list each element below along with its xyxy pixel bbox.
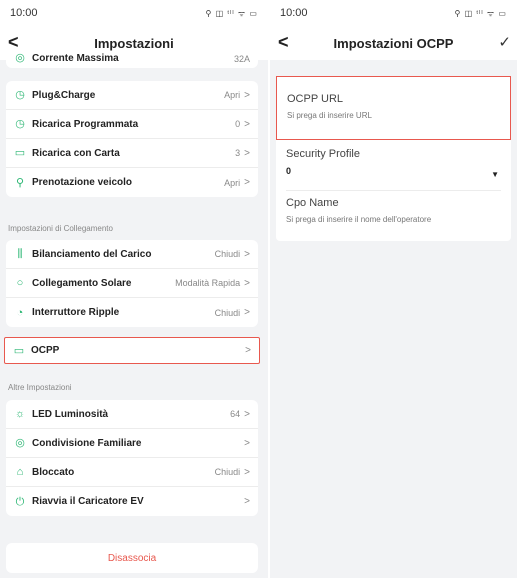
- sun-icon: ○: [16, 277, 24, 289]
- status-time: 10:00: [10, 7, 38, 19]
- settings-screen: 10:00 ⚲ ◫ ᵗˡˡ ᯤ ▭ < Impostazioni ◎ Corre…: [0, 0, 268, 578]
- partial-row-value: 32A: [233, 54, 250, 64]
- row-value: Chiudi: [214, 249, 241, 259]
- chevron-right-icon: >: [244, 408, 250, 420]
- row-ocpp[interactable]: ▭ OCPP >: [5, 338, 259, 363]
- power-icon: ⏻: [15, 495, 25, 508]
- partial-row-label: Corrente Massima: [32, 53, 119, 64]
- status-bar: 10:00 ⚲ ◫ ᵗˡˡ ᯤ ▭: [270, 0, 517, 26]
- settings-group-other: ☼ LED Luminosità 64 > ◎ Condivisione Fam…: [6, 400, 258, 516]
- row-label: Ricarica Programmata: [32, 118, 139, 130]
- security-profile-field[interactable]: Security Profile 0 ▼: [276, 140, 511, 190]
- row-scheduled-charge[interactable]: ◷ Ricarica Programmata 0 >: [6, 110, 258, 139]
- chevron-right-icon: >: [244, 277, 250, 289]
- chevron-down-icon[interactable]: ▼: [491, 170, 499, 179]
- row-card-charge[interactable]: ▭ Ricarica con Carta 3 >: [6, 139, 258, 168]
- row-family-sharing[interactable]: ◎ Condivisione Familiare >: [6, 429, 258, 458]
- row-label: Ricarica con Carta: [32, 147, 120, 159]
- chevron-right-icon: >: [244, 437, 250, 449]
- row-label: OCPP: [31, 345, 60, 356]
- chevron-right-icon: >: [245, 345, 251, 356]
- brightness-icon: ☼: [14, 408, 26, 420]
- balance-icon: ⫼: [17, 248, 23, 260]
- status-time: 10:00: [280, 7, 308, 19]
- row-ripple-switch[interactable]: ◔ Interruttore Ripple Chiudi >: [6, 298, 258, 327]
- ocpp-url-input[interactable]: Si prega di inserire URL: [287, 111, 500, 120]
- status-icons: ⚲ ◫ ᵗˡˡ ᯤ ▭: [205, 8, 258, 18]
- row-label: Condivisione Familiare: [32, 437, 142, 449]
- chevron-right-icon: >: [244, 89, 250, 101]
- row-led-brightness[interactable]: ☼ LED Luminosità 64 >: [6, 400, 258, 429]
- section-title-connection: Impostazioni di Collegamento: [8, 224, 113, 233]
- chevron-right-icon: >: [244, 177, 250, 188]
- timer-icon: ◷: [15, 118, 25, 130]
- ocpp-url-field[interactable]: OCPP URL Si prega di inserire URL: [276, 76, 511, 140]
- page-title: Impostazioni: [94, 35, 174, 51]
- monitor-icon: ▭: [13, 344, 25, 357]
- row-plug-charge[interactable]: ◷ Plug&Charge Apri >: [6, 81, 258, 110]
- row-locked[interactable]: ⌂ Bloccato Chiudi >: [6, 458, 258, 487]
- row-load-balancing[interactable]: ⫼ Bilanciamento del Carico Chiudi >: [6, 240, 258, 269]
- row-label: Prenotazione veicolo: [32, 177, 133, 188]
- row-value: 3: [235, 148, 241, 158]
- page-title: Impostazioni OCPP: [333, 35, 454, 51]
- cpo-name-field[interactable]: Cpo Name Si prega di inserire il nome de…: [276, 191, 511, 241]
- ocpp-settings-screen: 10:00 ⚲ ◫ ᵗˡˡ ᯤ ▭ < Impostazioni OCPP ✓ …: [270, 0, 517, 578]
- row-label: Riavvia il Caricatore EV: [32, 496, 144, 507]
- chevron-right-icon: >: [244, 496, 250, 507]
- row-label: Collegamento Solare: [32, 277, 132, 289]
- row-value: Modalità Rapida: [175, 278, 241, 288]
- chevron-right-icon: >: [244, 118, 250, 130]
- cpo-name-label: Cpo Name: [286, 197, 339, 209]
- row-value: Apri: [224, 90, 241, 100]
- row-value: 0: [235, 119, 241, 129]
- ocpp-url-label: OCPP URL: [287, 93, 344, 105]
- back-icon[interactable]: <: [8, 32, 19, 52]
- chevron-right-icon: >: [244, 307, 250, 318]
- card-icon: ▭: [14, 147, 26, 159]
- current-icon: ◎: [15, 52, 25, 64]
- unpair-button[interactable]: Disassocia: [6, 543, 258, 573]
- partial-group: ◎ Corrente Massima 32A: [6, 52, 258, 68]
- row-solar-connection[interactable]: ○ Collegamento Solare Modalità Rapida >: [6, 269, 258, 298]
- row-label: Interruttore Ripple: [32, 307, 120, 318]
- chevron-right-icon: >: [244, 248, 250, 260]
- row-restart-charger[interactable]: ⏻ Riavvia il Caricatore EV >: [6, 487, 258, 516]
- row-label: Bilanciamento del Carico: [32, 248, 152, 260]
- chevron-right-icon: >: [244, 466, 250, 478]
- ocpp-form: OCPP URL Si prega di inserire URL Securi…: [276, 76, 511, 241]
- row-label: LED Luminosità: [32, 408, 109, 420]
- row-value: Apri: [224, 177, 241, 188]
- row-label: Bloccato: [32, 466, 75, 478]
- security-profile-label: Security Profile: [286, 148, 360, 160]
- clock-icon: ◷: [15, 89, 25, 101]
- row-vehicle-booking[interactable]: ⚲ Prenotazione veicolo Apri >: [6, 168, 258, 197]
- nav-bar: < Impostazioni OCPP ✓: [270, 26, 517, 60]
- switch-icon: ◔: [16, 306, 24, 319]
- cpo-name-input[interactable]: Si prega di inserire il nome dell'operat…: [286, 215, 501, 224]
- settings-group-connection: ⫼ Bilanciamento del Carico Chiudi > ○ Co…: [6, 240, 258, 327]
- check-icon[interactable]: ✓: [498, 33, 511, 51]
- ocpp-highlight: ▭ OCPP >: [4, 337, 260, 364]
- settings-group-charging: ◷ Plug&Charge Apri > ◷ Ricarica Programm…: [6, 81, 258, 197]
- partial-row[interactable]: ◎ Corrente Massima 32A: [6, 52, 258, 68]
- back-icon[interactable]: <: [278, 32, 289, 52]
- section-title-other: Altre Impostazioni: [8, 383, 72, 392]
- share-icon: ◎: [15, 437, 25, 449]
- row-value: 64: [230, 409, 241, 419]
- security-profile-select[interactable]: 0: [286, 166, 501, 176]
- row-value: Chiudi: [214, 307, 241, 318]
- status-bar: 10:00 ⚲ ◫ ᵗˡˡ ᯤ ▭: [0, 0, 268, 26]
- row-label: Plug&Charge: [32, 89, 96, 101]
- lock-icon: ⌂: [16, 466, 24, 478]
- car-icon: ⚲: [15, 176, 25, 189]
- chevron-right-icon: >: [244, 147, 250, 159]
- row-value: Chiudi: [214, 467, 241, 477]
- status-icons: ⚲ ◫ ᵗˡˡ ᯤ ▭: [454, 8, 507, 18]
